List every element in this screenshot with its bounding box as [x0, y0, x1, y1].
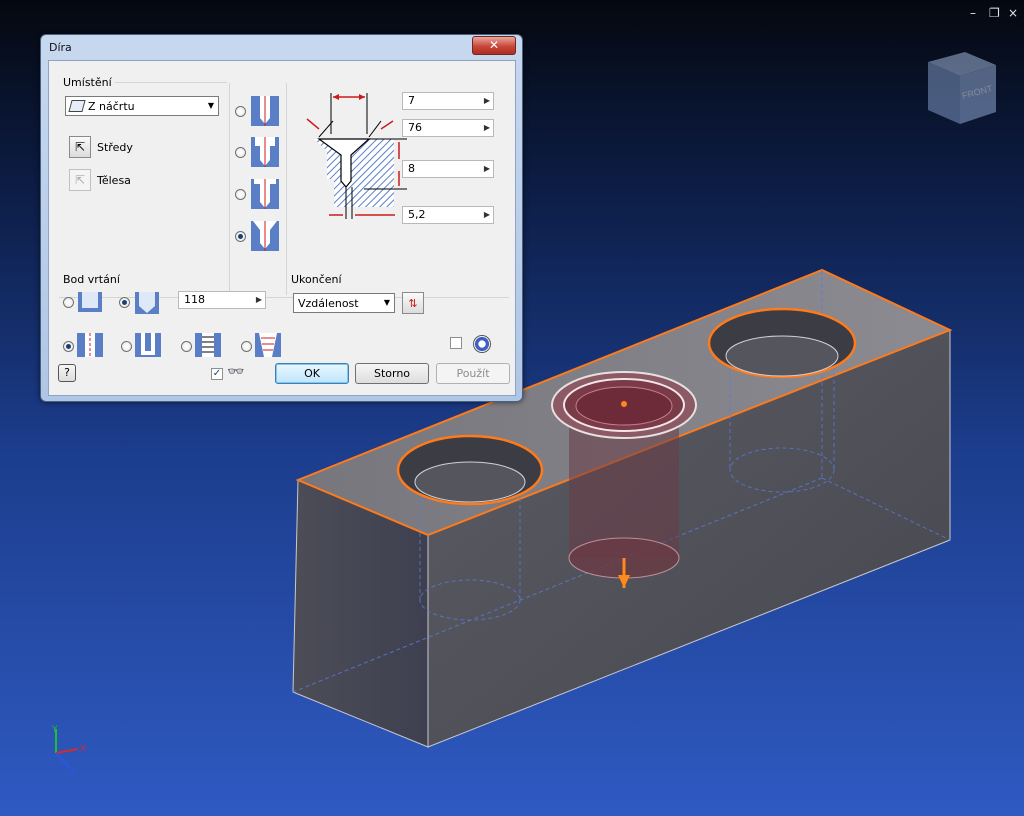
drilled-hole-icon [77, 333, 103, 357]
spotface-icon [251, 179, 279, 209]
restore-button[interactable]: ❐ [989, 6, 1000, 20]
cursor-arrow-icon: ⇱ [74, 140, 86, 154]
axis-z-label: Z [70, 768, 76, 778]
counterbore-icon [251, 137, 279, 167]
drill-point-flat-radio[interactable] [63, 297, 74, 308]
hole-diameter-value: 5,2 [408, 208, 426, 221]
close-app-button[interactable]: × [1008, 6, 1018, 20]
hole-type-countersink-radio[interactable] [235, 231, 246, 242]
hole-diameter-input[interactable]: 5,2 ▶ [402, 206, 494, 224]
hole-type-counterbore-radio[interactable] [235, 147, 246, 158]
tapped-hole-icon [195, 333, 221, 357]
angle-point-icon [135, 292, 159, 314]
drill-angle-input[interactable]: 118 ▶ [178, 291, 266, 309]
hole-type-simple-radio[interactable] [235, 106, 246, 117]
placement-mode-select[interactable]: Z náčrtu ▼ [65, 96, 219, 116]
drill-angle-value: 118 [184, 293, 205, 306]
drill-point-angle-radio[interactable] [119, 297, 130, 308]
help-button[interactable]: ? [58, 364, 76, 382]
apply-button[interactable]: Použít [436, 363, 510, 384]
hole-preview[interactable] [551, 371, 697, 588]
taper-tapped-hole-icon [255, 333, 281, 357]
clearance-hole-icon [135, 333, 161, 357]
chevron-down-icon: ▼ [207, 101, 214, 110]
simple-hole-icon [251, 96, 279, 126]
counterbore-diameter-value: 7 [408, 94, 415, 107]
axis-x-label: X [80, 744, 86, 754]
preview-checkbox[interactable]: ✓ [211, 368, 223, 380]
flip-direction-button[interactable]: ⇅ [402, 292, 424, 314]
depth-input[interactable]: 8 ▶ [402, 160, 494, 178]
tapped-hole-radio[interactable] [181, 341, 192, 352]
placement-group-label: Umístění [63, 76, 112, 89]
viewcube[interactable]: FRONT [928, 52, 996, 124]
dialog-body: Umístění Z náčrtu ▼ ⇱ Středy ⇱ Tělesa 7 … [48, 60, 516, 396]
glasses-icon: 👓 [227, 364, 245, 380]
counterbore-diameter-input[interactable]: 7 ▶ [402, 92, 494, 110]
ifeature-icon[interactable] [473, 335, 491, 353]
minimize-button[interactable]: – [970, 6, 976, 20]
termination-group-label: Ukončení [291, 273, 342, 286]
hole-right[interactable] [707, 307, 857, 379]
drilled-hole-radio[interactable] [63, 341, 74, 352]
centers-select-button[interactable]: ⇱ [69, 136, 91, 158]
ok-button[interactable]: OK [275, 363, 349, 384]
axis-y-label: Y [51, 725, 58, 735]
clearance-hole-radio[interactable] [121, 341, 132, 352]
hole-type-spotface-radio[interactable] [235, 189, 246, 200]
chevron-down-icon: ▼ [383, 298, 390, 307]
centers-label: Středy [97, 141, 133, 154]
placement-mode-value: Z náčrtu [88, 99, 135, 113]
sketch-icon [68, 100, 86, 112]
termination-value: Vzdálenost [298, 296, 359, 310]
drill-point-group-label: Bod vrtání [63, 273, 120, 286]
spinner-arrow-icon[interactable]: ▶ [484, 93, 490, 109]
bodies-select-button[interactable]: ⇱ [69, 169, 91, 191]
hole-dimension-diagram [306, 93, 407, 219]
cancel-button[interactable]: Storno [355, 363, 429, 384]
countersink-icon [251, 221, 279, 251]
options-checkbox[interactable] [450, 337, 462, 349]
cursor-arrow-icon: ⇱ [74, 173, 86, 187]
bodies-label: Tělesa [97, 174, 131, 187]
dialog-title: Díra [49, 41, 72, 54]
flat-point-icon [78, 292, 102, 312]
spinner-arrow-icon[interactable]: ▶ [484, 207, 490, 223]
spinner-arrow-icon[interactable]: ▶ [484, 120, 490, 136]
hole-dialog: Díra ✕ Umístění Z náčrtu ▼ ⇱ Středy ⇱ Tě… [40, 34, 523, 402]
spinner-arrow-icon[interactable]: ▶ [484, 161, 490, 177]
depth-value: 8 [408, 162, 415, 175]
termination-select[interactable]: Vzdálenost ▼ [293, 293, 395, 313]
countersink-angle-input[interactable]: 76 ▶ [402, 119, 494, 137]
axis-triad: Y X Z [51, 725, 86, 778]
hole-left[interactable] [396, 434, 544, 506]
dialog-close-button[interactable]: ✕ [472, 36, 516, 55]
flip-arrows-icon: ⇅ [408, 296, 418, 310]
countersink-angle-value: 76 [408, 121, 422, 134]
spinner-arrow-icon[interactable]: ▶ [256, 292, 262, 308]
taper-tapped-hole-radio[interactable] [241, 341, 252, 352]
